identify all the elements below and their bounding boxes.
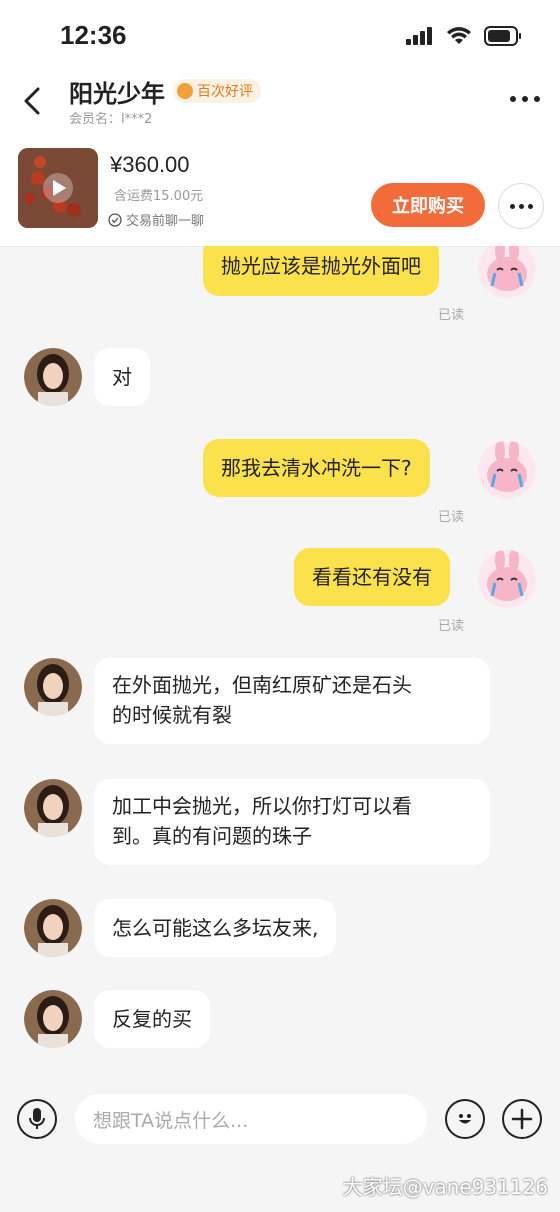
buy-now-button[interactable]: 立即购买: [371, 183, 485, 227]
seller-avatar[interactable]: [24, 899, 82, 957]
signal-icon: [406, 27, 432, 45]
rating-badge: 百次好评: [173, 79, 261, 103]
seller-avatar[interactable]: [24, 348, 82, 406]
microphone-icon: [29, 1108, 45, 1129]
chat-tip-label: 交易前聊一聊: [126, 214, 205, 229]
seller-avatar[interactable]: [24, 779, 82, 837]
message-bubble-theirs[interactable]: 在外面抛光，但南红原矿还是石头 的时候就有裂: [94, 658, 490, 744]
emoji-button[interactable]: [445, 1099, 485, 1139]
message-line: 加工中会抛光，所以你打灯可以看: [112, 794, 412, 818]
product-price: ¥360.00: [110, 152, 190, 177]
message-line: 在外面抛光，但南红原矿还是石头: [112, 673, 412, 697]
read-status: 已读: [438, 510, 465, 525]
message-input[interactable]: 想跟TA说点什么...: [75, 1094, 427, 1144]
wifi-icon: [447, 27, 471, 44]
add-button[interactable]: [502, 1099, 542, 1139]
read-status: 已读: [438, 619, 465, 634]
emoji-icon: [459, 1114, 471, 1124]
message-bubble-mine[interactable]: 看看还有没有: [294, 548, 450, 606]
bracelet-image: [18, 148, 98, 228]
plus-icon: [511, 1108, 533, 1130]
my-avatar[interactable]: [478, 550, 536, 608]
message-line: 到。真的有问题的珠子: [112, 824, 312, 848]
message-bubble-theirs[interactable]: 怎么可能这么多坛友来,: [94, 899, 337, 957]
member-name: 会员名：l***2: [69, 112, 153, 127]
message-line: 的时候就有裂: [112, 703, 232, 727]
status-icons: [406, 26, 522, 46]
more-menu-icon[interactable]: [510, 96, 540, 102]
seller-name[interactable]: 阳光少年: [69, 74, 165, 109]
message-bubble-mine[interactable]: 抛光应该是抛光外面吧: [203, 246, 439, 296]
message-bubble-theirs[interactable]: 加工中会抛光，所以你打灯可以看 到。真的有问题的珠子: [94, 779, 490, 865]
shipping-fee: 含运费15.00元: [114, 189, 204, 204]
status-bar: 12:36: [0, 0, 560, 70]
message-list[interactable]: 抛光应该是抛光外面吧 已读 对 那我去清水冲洗一下? 已读 看看还有没有 已读 …: [0, 246, 560, 1082]
voice-button[interactable]: [17, 1099, 57, 1139]
chat-header: 阳光少年 百次好评 会员名：l***2 ¥360.00 含运费15.00元 交易…: [0, 70, 560, 247]
watermark: 大家坛@vane931126: [342, 1175, 548, 1199]
rating-badge-label: 百次好评: [197, 84, 253, 100]
product-thumbnail[interactable]: [18, 148, 98, 228]
product-more-button[interactable]: [498, 183, 544, 229]
battery-icon: [484, 26, 521, 46]
my-avatar[interactable]: [478, 441, 536, 499]
seller-avatar[interactable]: [24, 658, 82, 716]
thumbs-up-icon: [177, 83, 193, 99]
read-status: 已读: [438, 308, 465, 323]
seller-avatar[interactable]: [24, 990, 82, 1048]
message-bubble-mine[interactable]: 那我去清水冲洗一下?: [203, 439, 430, 497]
back-arrow-icon[interactable]: [18, 86, 48, 116]
chat-before-trade: 交易前聊一聊: [108, 210, 204, 229]
message-bubble-theirs[interactable]: 反复的买: [94, 990, 210, 1048]
my-avatar[interactable]: [478, 246, 536, 298]
message-bubble-theirs[interactable]: 对: [94, 348, 150, 406]
status-time: 12:36: [60, 20, 127, 50]
check-circle-icon: [108, 212, 122, 227]
